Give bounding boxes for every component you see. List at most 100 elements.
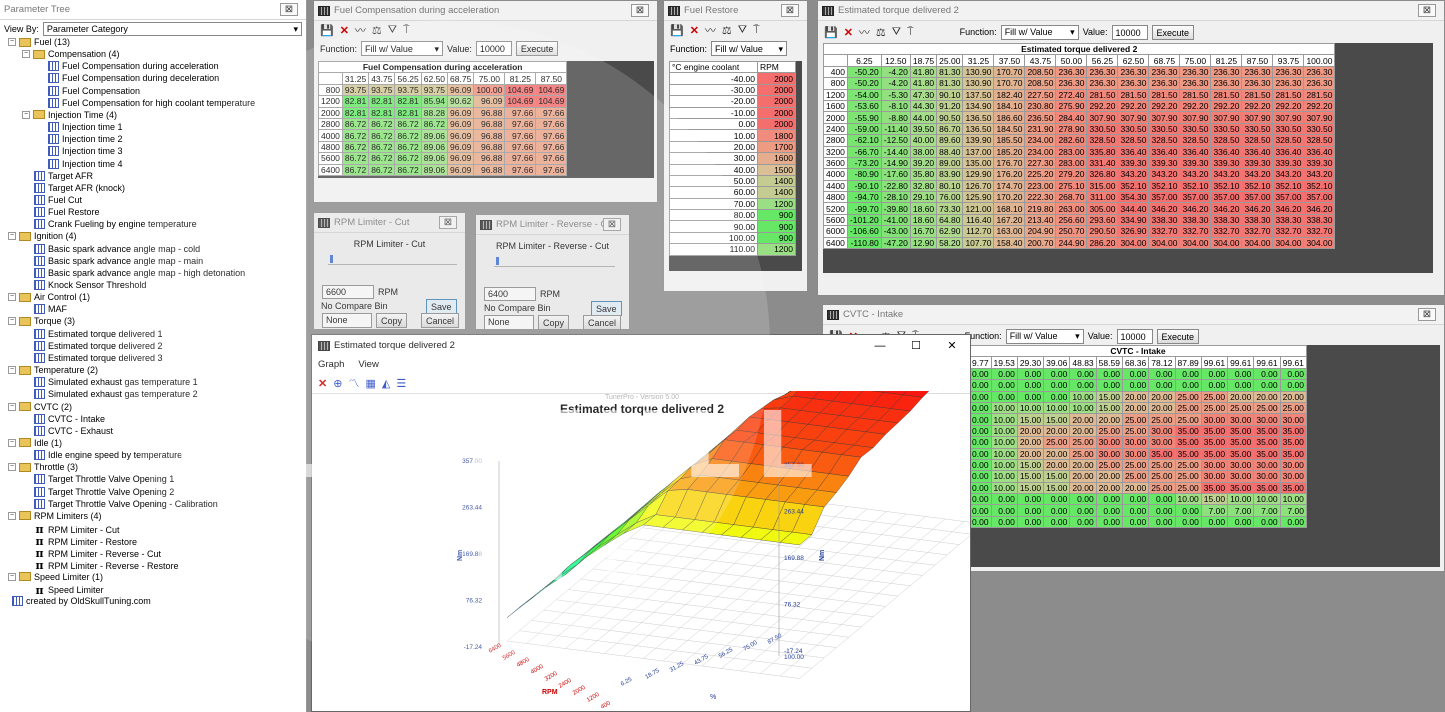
fuel-restore-titlebar[interactable]: Fuel Restore ⊠ (664, 1, 807, 21)
table-cell[interactable]: 100.00 (473, 83, 506, 97)
table-cell[interactable]: 311.00 (1086, 191, 1119, 204)
table-cell[interactable]: 0.00 (1095, 515, 1123, 529)
close-x-icon[interactable]: ✕ (844, 26, 853, 39)
table-cell[interactable]: 223.00 (1024, 179, 1057, 193)
table-cell[interactable]: 25.00 (1174, 390, 1202, 403)
table-cell[interactable]: 328.50 (1241, 134, 1274, 147)
table-cell[interactable]: 20.00 (1069, 424, 1097, 438)
table-cell[interactable]: 293.60 (1086, 213, 1119, 227)
table-cell[interactable]: 86.72 (394, 129, 422, 142)
table-cell[interactable]: 0.00 (969, 504, 992, 517)
table-cell[interactable]: 326.80 (1086, 168, 1119, 181)
table-cell[interactable]: 284.40 (1055, 111, 1088, 124)
table-cell[interactable]: -50.20 (846, 77, 882, 90)
table-cell[interactable]: 130.90 (962, 65, 995, 79)
table-cell[interactable]: 39.20 (909, 156, 938, 170)
table-cell[interactable]: 0.00 (1148, 515, 1176, 529)
table-cell[interactable]: -12.50 (880, 134, 911, 147)
table-cell[interactable]: 18.60 (909, 202, 938, 215)
table-cell[interactable]: 0.00 (1121, 493, 1150, 506)
copy-button[interactable]: Copy (376, 313, 408, 328)
table-cell[interactable]: 158.40 (993, 236, 1026, 250)
table-cell[interactable]: 0.00 (969, 458, 992, 472)
table-cell[interactable]: 292.20 (1148, 99, 1181, 113)
tree-item[interactable]: Knock Sensor Threshold (34, 280, 146, 290)
table-cell[interactable]: 30.00 (1148, 424, 1176, 438)
tree-item[interactable]: Injection time 2 (48, 134, 123, 145)
table-cell[interactable]: 185.50 (993, 134, 1026, 147)
table-cell[interactable]: 97.66 (504, 106, 537, 119)
copy-button[interactable]: Copy (538, 315, 570, 329)
table-cell[interactable]: 82.81 (394, 106, 422, 119)
table-cell[interactable]: 0.00 (1016, 390, 1045, 403)
table-cell[interactable]: 96.09 (447, 129, 475, 142)
tree-item[interactable]: Estimated torque delivered 1 (34, 328, 163, 339)
menu-graph[interactable]: Graph (318, 359, 344, 370)
table-cell[interactable]: 15.00 (1200, 493, 1229, 506)
table-cell[interactable]: 12.90 (909, 236, 938, 250)
surface-patch[interactable] (545, 564, 578, 588)
table-cell[interactable]: -80.90 (846, 168, 882, 181)
table-cell[interactable]: 0.00 (1174, 504, 1202, 517)
table-cell[interactable]: -22.80 (880, 179, 911, 193)
table-cell[interactable]: 93.75 (394, 83, 422, 97)
table-cell[interactable]: 1700 (757, 140, 796, 154)
table-cell[interactable]: 0.00 (990, 515, 1018, 529)
table-cell[interactable]: 174.70 (993, 179, 1026, 193)
table-cell[interactable]: -17.60 (880, 168, 911, 181)
collapse-icon[interactable]: − (8, 438, 16, 447)
table-cell[interactable]: 35.00 (1200, 436, 1229, 449)
table-cell[interactable]: 20.00 (1095, 481, 1123, 495)
table-cell[interactable]: 176.20 (993, 168, 1026, 181)
table-cell[interactable]: 10.00 (1174, 493, 1202, 506)
table-cell[interactable]: 35.00 (1200, 424, 1229, 438)
crosshair-icon[interactable]: ⊕ (333, 377, 342, 390)
table-cell[interactable]: 91.20 (936, 99, 964, 113)
table-cell[interactable]: 332.70 (1272, 225, 1305, 238)
table-cell[interactable]: 0.00 (969, 447, 992, 460)
table-cell[interactable]: 10.00 (1253, 493, 1281, 506)
table-cell[interactable]: 336.40 (1117, 145, 1150, 158)
table-cell[interactable]: 0.00 (1095, 493, 1123, 506)
table-cell[interactable]: 170.70 (993, 65, 1026, 79)
table-cell[interactable]: 343.20 (1241, 168, 1274, 181)
table-cell[interactable]: 2000 (757, 95, 796, 108)
table-cell[interactable]: -53.60 (846, 99, 882, 113)
table-cell[interactable]: 20.00 (1121, 481, 1150, 495)
table-cell[interactable]: 307.90 (1117, 111, 1150, 124)
table-cell[interactable]: 86.72 (368, 152, 396, 165)
table-cell[interactable]: 281.50 (1179, 88, 1212, 101)
compare-icon[interactable]: ⚖ (372, 24, 382, 37)
minimize-button[interactable]: — (862, 340, 898, 352)
table-cell[interactable]: 90.62 (447, 95, 475, 108)
table-cell[interactable]: 30.00 (1148, 436, 1176, 449)
table-cell[interactable]: 86.72 (341, 129, 370, 142)
table-cell[interactable]: 0.00 (1253, 379, 1281, 392)
table-cell[interactable]: 10.00 (990, 401, 1018, 415)
collapse-icon[interactable]: − (8, 293, 16, 302)
table-cell[interactable]: 282.60 (1055, 134, 1088, 147)
table-cell[interactable]: 7.00 (1227, 504, 1255, 517)
tree-item[interactable]: Target Throttle Valve Opening 1 (34, 474, 174, 485)
table-cell[interactable]: 10.00 (1069, 401, 1097, 415)
table-cell[interactable]: -54.00 (846, 88, 882, 101)
table-cell[interactable]: 25.00 (1095, 458, 1123, 472)
table-cell[interactable]: 25.00 (1253, 401, 1281, 415)
table-cell[interactable]: 357.00 (1179, 191, 1212, 204)
close-x-icon[interactable]: ✕ (690, 24, 699, 37)
table-cell[interactable]: 230.80 (1024, 99, 1057, 113)
table-cell[interactable]: 10.00 (1016, 401, 1045, 415)
table-cell[interactable]: 204.90 (1024, 225, 1057, 238)
table-cell[interactable]: 315.00 (1086, 179, 1119, 193)
tree-item[interactable]: Target AFR (knock) (34, 182, 125, 193)
table-cell[interactable]: 304.00 (1210, 236, 1243, 250)
table-cell[interactable]: 0.00 (969, 470, 992, 483)
table-cell[interactable]: 339.30 (1210, 156, 1243, 170)
table-cell[interactable]: 86.72 (420, 117, 449, 131)
table-cell[interactable]: 25.00 (1121, 413, 1150, 426)
table-cell[interactable]: 97.66 (504, 163, 537, 176)
table-cell[interactable]: 290.50 (1086, 225, 1119, 238)
table-cell[interactable]: 10.00 (990, 413, 1018, 426)
table-cell[interactable]: 236.30 (1303, 65, 1336, 79)
table-cell[interactable]: 328.50 (1303, 134, 1336, 147)
